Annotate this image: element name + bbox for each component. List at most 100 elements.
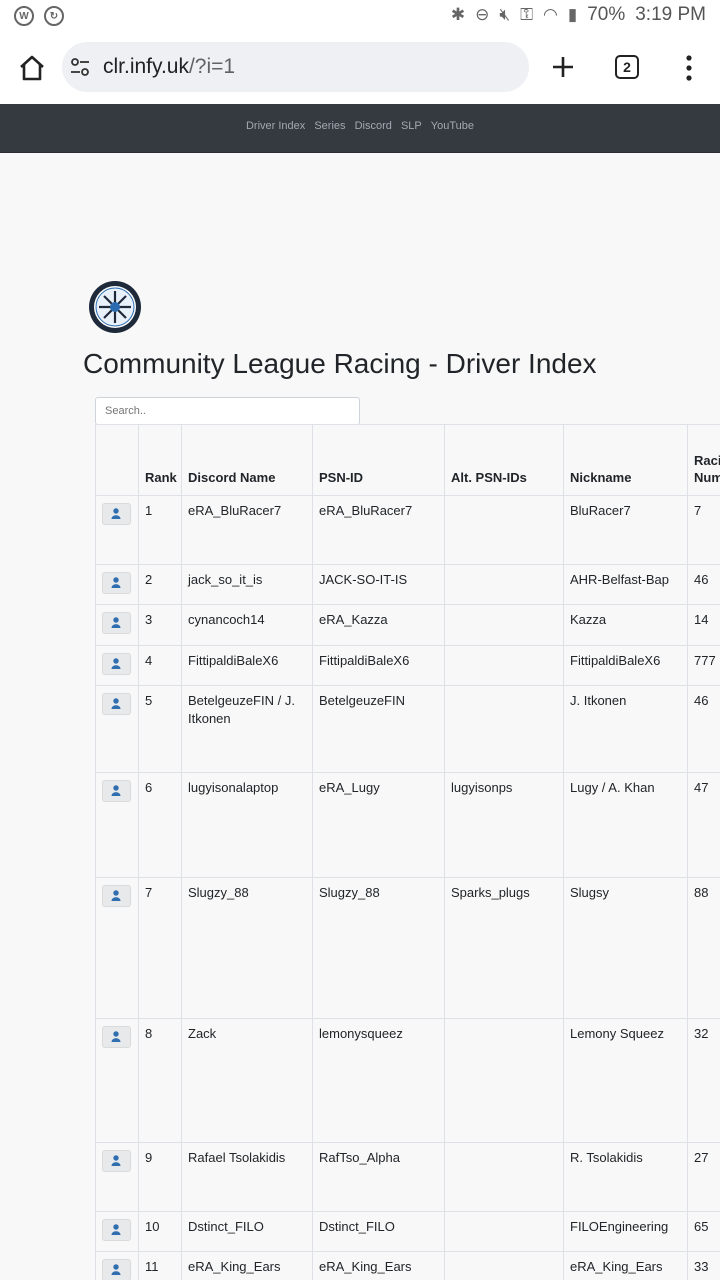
table-row: 9 Rafael Tsolakidis RafTso_Alpha R. Tsolaki… (95, 1142, 720, 1212)
user-icon (111, 577, 121, 588)
cell-racing-number: 27 (687, 1142, 720, 1212)
address-bar[interactable]: clr.infy.uk/?i=1 (62, 42, 529, 92)
cell-rank: 5 (138, 685, 182, 773)
nav-link-youtube[interactable]: YouTube (431, 120, 474, 132)
cell-action (95, 1142, 139, 1212)
tab-switcher-button[interactable]: 2 (615, 55, 639, 79)
table-header-row: Rank Discord Name PSN-ID Alt. PSN-IDs Ni… (95, 424, 720, 496)
cell-rank: 9 (138, 1142, 182, 1212)
cell-action (95, 564, 139, 605)
table-row: 5 BetelgeuzeFIN / J. Itkonen BetelgeuzeFIN… (95, 685, 720, 773)
user-icon (111, 890, 121, 901)
driver-profile-button[interactable] (102, 572, 131, 594)
column-header-alt-psn-ids[interactable]: Alt. PSN-IDs (444, 424, 564, 496)
more-options-icon[interactable] (684, 54, 694, 82)
user-icon (111, 1224, 121, 1235)
user-icon (111, 1264, 121, 1275)
driver-table-container: Rank Discord Name PSN-ID Alt. PSN-IDs Ni… (95, 424, 720, 1280)
nav-link-driver-index[interactable]: Driver Index (246, 120, 305, 132)
cell-nickname: BluRacer7 (563, 495, 688, 565)
table-row: 1 eRA_BluRacer7 eRA_BluRacer7 BluRacer7 7 (95, 495, 720, 565)
table-row: 4 FittipaldiBaleX6 FittipaldiBaleX6 Fittipa… (95, 645, 720, 686)
cell-discord-name: eRA_King_Ears (181, 1251, 313, 1280)
driver-profile-button[interactable] (102, 1026, 131, 1048)
sync-icon: ↻ (44, 6, 64, 26)
cell-psn-id: lemonysqueez (312, 1018, 445, 1143)
cell-racing-number: 65 (687, 1211, 720, 1252)
cell-discord-name: Rafael Tsolakidis (181, 1142, 313, 1212)
site-navbar: Driver Index Series Discord SLP YouTube (0, 104, 720, 153)
driver-profile-button[interactable] (102, 1150, 131, 1172)
driver-table: Rank Discord Name PSN-ID Alt. PSN-IDs Ni… (95, 424, 720, 1280)
table-row: 7 Slugzy_88 Slugzy_88 Sparks_plugs Slugsy 88 (95, 877, 720, 1019)
nav-link-slp[interactable]: SLP (401, 120, 422, 132)
column-header-nickname[interactable]: Nickname (563, 424, 688, 496)
driver-profile-button[interactable] (102, 780, 131, 802)
cell-alt-psn-ids (444, 1018, 564, 1143)
column-header-discord-name[interactable]: Discord Name (181, 424, 313, 496)
cell-psn-id: eRA_BluRacer7 (312, 495, 445, 565)
cell-discord-name: jack_so_it_is (181, 564, 313, 605)
app-notification-icon: W (14, 6, 34, 26)
home-icon[interactable] (16, 52, 48, 84)
tab-count: 2 (623, 59, 631, 75)
new-tab-icon[interactable] (548, 52, 578, 82)
cell-action (95, 1251, 139, 1280)
site-settings-icon[interactable] (70, 57, 90, 77)
user-icon (111, 1031, 121, 1042)
cell-nickname: R. Tsolakidis (563, 1142, 688, 1212)
table-row: 10 Dstinct_FILO Dstinct_FILO FILOEngineerin… (95, 1211, 720, 1252)
driver-profile-button[interactable] (102, 885, 131, 907)
wifi-icon: ◠ (543, 5, 558, 24)
cell-discord-name: cynancoch14 (181, 604, 313, 646)
cell-discord-name: FittipaldiBaleX6 (181, 645, 313, 686)
driver-profile-button[interactable] (102, 693, 131, 715)
battery-icon: ▮ (567, 5, 578, 24)
cell-discord-name: Dstinct_FILO (181, 1211, 313, 1252)
cell-psn-id: Dstinct_FILO (312, 1211, 445, 1252)
dnd-icon: ⊖ (475, 5, 490, 24)
cell-action (95, 495, 139, 565)
cell-alt-psn-ids (444, 645, 564, 686)
cell-alt-psn-ids: lugyisonps (444, 772, 564, 878)
driver-profile-button[interactable] (102, 503, 131, 525)
cell-alt-psn-ids (444, 685, 564, 773)
url-host: clr.infy.uk (103, 55, 189, 78)
cell-rank: 6 (138, 772, 182, 878)
cell-action (95, 685, 139, 773)
cell-racing-number: 7 (687, 495, 720, 565)
column-header-rank[interactable]: Rank (138, 424, 182, 496)
cell-rank: 10 (138, 1211, 182, 1252)
driver-profile-button[interactable] (102, 1259, 131, 1280)
driver-profile-button[interactable] (102, 1219, 131, 1241)
cell-action (95, 1018, 139, 1143)
cell-racing-number: 46 (687, 564, 720, 605)
column-header-racing-number[interactable]: Racing Number (687, 424, 720, 496)
search-input[interactable] (95, 397, 360, 425)
cell-rank: 4 (138, 645, 182, 686)
clock: 3:19 PM (635, 4, 706, 25)
cell-racing-number: 33 (687, 1251, 720, 1280)
cell-nickname: eRA_King_Ears (563, 1251, 688, 1280)
url-text[interactable]: clr.infy.uk/?i=1 (103, 55, 235, 79)
nav-link-discord[interactable]: Discord (355, 120, 392, 132)
cell-racing-number: 47 (687, 772, 720, 878)
cell-nickname: Kazza (563, 604, 688, 646)
cell-psn-id: eRA_Kazza (312, 604, 445, 646)
url-path: /?i=1 (188, 55, 236, 78)
table-row: 3 cynancoch14 eRA_Kazza Kazza 14 (95, 604, 720, 646)
driver-profile-button[interactable] (102, 653, 131, 675)
table-row: 6 lugyisonalaptop eRA_Lugy lugyisonps Lugy /… (95, 772, 720, 878)
column-header-psn-id[interactable]: PSN-ID (312, 424, 445, 496)
driver-profile-button[interactable] (102, 612, 131, 634)
cell-nickname: Slugsy (563, 877, 688, 1019)
user-icon (111, 508, 121, 519)
cell-action (95, 645, 139, 686)
cell-racing-number: 14 (687, 604, 720, 646)
bluetooth-icon: ✱ (450, 5, 466, 24)
nav-link-series[interactable]: Series (314, 120, 345, 132)
cell-rank: 8 (138, 1018, 182, 1143)
cell-rank: 7 (138, 877, 182, 1019)
cell-discord-name: lugyisonalaptop (181, 772, 313, 878)
cell-action (95, 604, 139, 646)
